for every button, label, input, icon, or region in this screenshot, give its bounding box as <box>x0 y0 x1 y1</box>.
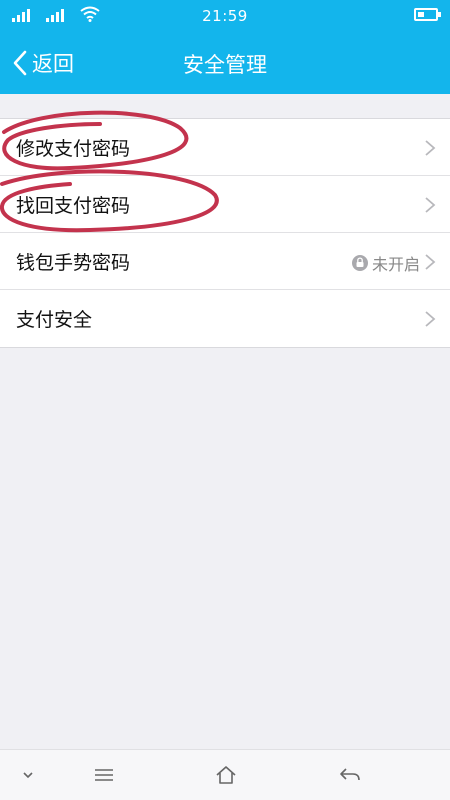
status-bar: 21:59 <box>0 0 450 32</box>
status-text: 未开启 <box>371 255 420 274</box>
status-time: 21:59 <box>202 7 248 25</box>
chevron-right-icon <box>425 140 436 156</box>
home-icon[interactable] <box>214 763 238 787</box>
battery-icon <box>414 8 441 21</box>
status-badge: 未开启 <box>351 251 420 275</box>
security-settings-list: 修改支付密码 找回支付密码 钱包手势密码 未开启 支付安全 <box>0 118 450 348</box>
lock-icon <box>351 255 368 271</box>
back-arrow-icon[interactable] <box>338 763 362 787</box>
list-item-wallet-gesture-password[interactable]: 钱包手势密码 未开启 <box>0 233 450 290</box>
menu-icon[interactable] <box>92 763 116 787</box>
app-header: 返回 安全管理 <box>0 32 450 94</box>
list-item-change-payment-password[interactable]: 修改支付密码 <box>0 119 450 176</box>
list-item-label: 修改支付密码 <box>16 137 131 160</box>
system-nav-bar <box>0 749 450 800</box>
list-item-label: 钱包手势密码 <box>16 251 131 274</box>
list-item-label: 找回支付密码 <box>16 194 131 217</box>
back-button[interactable]: 返回 <box>10 48 74 78</box>
chevron-right-icon <box>425 197 436 213</box>
list-item-label: 支付安全 <box>16 309 93 331</box>
chevron-down-icon[interactable] <box>16 763 40 787</box>
list-item-payment-security[interactable]: 支付安全 <box>0 290 450 347</box>
chevron-right-icon <box>425 254 436 270</box>
chevron-left-icon <box>13 50 27 76</box>
list-item-retrieve-payment-password[interactable]: 找回支付密码 <box>0 176 450 233</box>
back-label: 返回 <box>32 52 74 76</box>
chevron-right-icon <box>425 311 436 327</box>
